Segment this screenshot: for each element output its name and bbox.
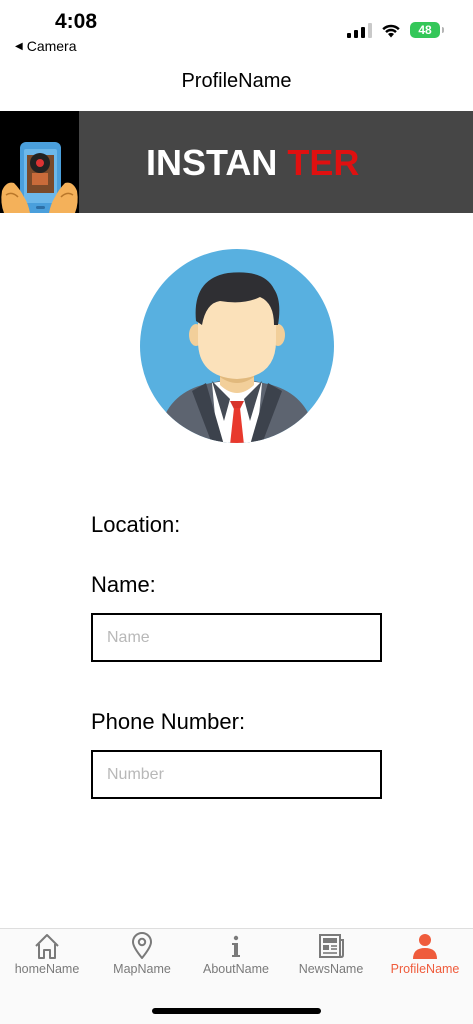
back-triangle-icon: ◀	[15, 40, 23, 52]
newspaper-icon	[319, 934, 344, 958]
battery-level: 48	[418, 23, 432, 37]
brand-wordmark: INSTAN TER	[146, 142, 359, 184]
status-bar: 4:08 ◀ Camera 48	[0, 0, 473, 60]
phone-number-input[interactable]	[91, 750, 382, 799]
home-indicator[interactable]	[152, 1008, 321, 1014]
page-title: ProfileName	[181, 70, 292, 92]
tab-profile-label: ProfileName	[390, 962, 460, 976]
brand-text-white: INSTAN	[146, 142, 278, 183]
phone-number-label: Phone Number:	[91, 709, 246, 734]
tab-home[interactable]: homeName	[0, 929, 94, 981]
location-label: Location:	[91, 512, 181, 537]
tab-about[interactable]: AboutName	[189, 929, 283, 981]
businessman-avatar-icon	[140, 249, 334, 443]
name-input[interactable]	[91, 613, 382, 662]
person-icon	[413, 934, 437, 959]
tab-news[interactable]: NewsName	[284, 929, 378, 981]
back-app-label: Camera	[26, 38, 77, 54]
brand-text-red: TER	[287, 142, 360, 183]
brand-banner: INSTAN TER	[0, 111, 473, 214]
tab-profile[interactable]: ProfileName	[378, 929, 472, 981]
back-to-app-link[interactable]: ◀ Camera	[15, 38, 77, 54]
tab-home-label: homeName	[14, 962, 80, 976]
status-time: 4:08	[55, 10, 98, 33]
tab-news-label: NewsName	[298, 962, 364, 976]
tab-map-label: MapName	[113, 962, 171, 976]
battery-icon: 48	[410, 22, 444, 38]
tab-map[interactable]: MapName	[95, 929, 189, 981]
wifi-icon	[382, 24, 400, 37]
tab-about-label: AboutName	[202, 962, 269, 976]
profile-avatar[interactable]	[140, 249, 334, 443]
cellular-signal-icon	[347, 22, 372, 38]
map-pin-icon	[132, 932, 152, 959]
phone-in-hands-logo	[0, 111, 79, 214]
home-icon	[35, 934, 59, 959]
info-icon	[232, 935, 240, 957]
status-icons: 48	[347, 22, 444, 38]
name-label: Name:	[91, 572, 156, 597]
